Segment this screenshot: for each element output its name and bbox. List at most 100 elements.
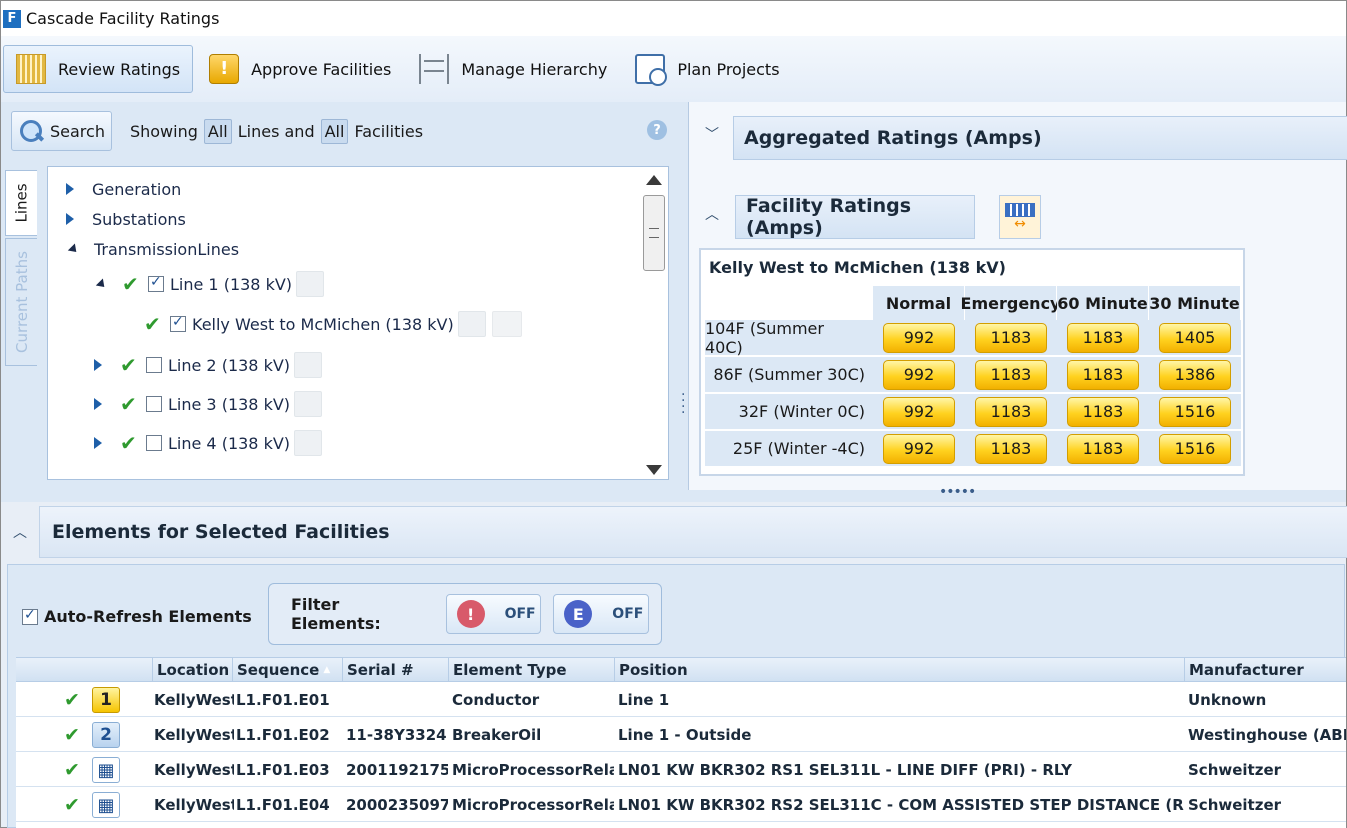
line-2-checkbox[interactable] [146,357,162,373]
review-ratings-button[interactable]: Review Ratings [3,45,194,93]
hierarchy-tree: Generation Substations TransmissionLines… [47,166,669,480]
rating-button[interactable]: 1183 [975,322,1047,353]
line-3-checkbox[interactable] [146,396,162,412]
collapse-chevron-icon[interactable]: ︿ [13,522,27,542]
relay-grid-icon[interactable]: ▦ [92,792,120,818]
expand-arrow-icon[interactable] [94,437,102,449]
vertical-splitter-grip[interactable]: · · · · [681,388,685,420]
tab-lines-label: Lines [12,183,31,223]
tree-node-label: Line 4 (138 kV) [168,433,291,453]
rating-button[interactable]: 1183 [975,396,1047,427]
auto-refresh-toggle[interactable]: Auto-Refresh Elements [22,607,252,626]
rating-button[interactable]: 992 [883,322,955,353]
column-header-manufacturer[interactable]: Manufacturer [1184,658,1346,682]
approved-check-icon: ✔ [64,759,80,781]
expand-arrow-icon[interactable] [94,359,102,371]
table-row[interactable]: ✔ ▦ KellyWest L1.F01.E03 2001192175 Micr… [16,753,1346,787]
row-label-winter-minus-4c: 25F (Winter -4C) [705,431,873,467]
splitter-grip-icon[interactable]: ••••• [939,484,976,500]
cell-manufacturer: Schweitzer [1188,761,1282,779]
tree-scrollbar[interactable] [640,167,668,479]
cell-sequence: L1.F01.E04 [236,796,330,814]
rating-button[interactable]: 1183 [975,433,1047,464]
approve-facilities-button[interactable]: Approve Facilities [197,45,403,93]
elements-panel: ︿ Elements for Selected Facilities Auto-… [0,502,1347,828]
rating-button[interactable]: 1183 [1067,433,1139,464]
rating-button[interactable]: 992 [883,433,955,464]
column-header-emergency: Emergency [961,286,1060,320]
tree-node-transmission-lines[interactable]: TransmissionLines [66,235,239,263]
table-row[interactable]: ✔ ▦ KellyWest L1.F01.E04 2000235097 Micr… [16,788,1346,822]
expand-chevron-icon[interactable]: ﹀ [705,124,719,144]
elements-header[interactable]: Elements for Selected Facilities [39,506,1347,558]
tab-lines[interactable]: Lines [5,170,37,236]
expand-arrow-icon[interactable] [94,398,102,410]
line-1-checkbox[interactable] [148,274,164,292]
approved-check-icon: ✔ [64,724,80,746]
collapse-chevron-icon[interactable]: ︿ [705,204,719,224]
facility-ratings-header[interactable]: Facility Ratings (Amps) [735,195,975,239]
ratings-grid-icon [16,54,46,84]
cell-location: KellyWest [154,726,234,744]
expand-arrow-icon[interactable] [66,213,74,225]
auto-refresh-checkbox[interactable] [22,607,38,625]
rating-button[interactable]: 1183 [975,359,1047,390]
elements-table: Location Sequence ▲ Serial # Element Type… [16,657,1346,828]
relay-grid-icon[interactable]: ▦ [92,757,120,783]
tree-node-line-1[interactable]: ✔ Line 1 (138 kV) [94,270,325,298]
search-bar: Search Showing All Lines and All Facilit… [11,110,423,152]
table-row[interactable]: ✔ 1 KellyWest L1.F01.E01 Conductor Line … [16,683,1346,717]
facilities-label: Facilities [354,121,424,141]
collapse-arrow-icon[interactable] [95,277,108,291]
tree-node-line-4[interactable]: ✔ Line 4 (138 kV) [94,429,323,457]
rating-button[interactable]: 1516 [1159,396,1231,427]
breaker-icon[interactable]: 2 [92,722,120,748]
search-button[interactable]: Search [11,111,112,151]
tree-node-substations[interactable]: Substations [66,205,186,233]
line-4-checkbox[interactable] [146,435,162,451]
expand-arrow-icon[interactable] [66,183,74,195]
column-header-element-type[interactable]: Element Type [448,658,614,682]
column-header-serial[interactable]: Serial # [342,658,448,682]
tree-node-generation[interactable]: Generation [66,175,181,203]
scroll-up-icon[interactable] [646,175,662,185]
tab-current-paths[interactable]: Current Paths [5,238,37,366]
help-icon[interactable]: ? [647,120,667,140]
scroll-down-icon[interactable] [646,465,662,475]
review-ratings-label: Review Ratings [58,59,181,79]
collapse-arrow-icon[interactable] [67,242,80,256]
facility-ratings-title: Facility Ratings (Amps) [746,195,912,239]
conductor-icon[interactable]: 1 [92,687,120,713]
cell-element-type: Conductor [452,691,540,709]
aggregated-ratings-header[interactable]: Aggregated Ratings (Amps) [733,116,1347,160]
facilities-filter-value[interactable]: All [320,118,349,144]
tree-node-label: Line 3 (138 kV) [168,394,291,414]
rating-button[interactable]: 992 [883,359,955,390]
facility-checkbox[interactable] [170,314,186,332]
tree-node-facility-kelly-west[interactable]: ✔ Kelly West to McMichen (138 kV) [144,310,522,338]
expand-columns-icon[interactable]: ↔ [999,195,1041,239]
plan-projects-button[interactable]: Plan Projects [623,45,791,93]
rating-button[interactable]: 992 [883,396,955,427]
filter-errors-toggle[interactable]: ! OFF [445,594,542,634]
column-header-location[interactable]: Location [152,658,232,682]
horizontal-splitter[interactable]: ••••• [0,484,1347,502]
rating-button[interactable]: 1183 [1067,359,1139,390]
column-header-sequence[interactable]: Sequence ▲ [232,658,342,682]
rating-button[interactable]: 1183 [1067,396,1139,427]
cell-element-type: MicroProcessorRelay [452,761,614,779]
rating-button[interactable]: 1386 [1159,359,1231,390]
rating-button[interactable]: 1405 [1159,322,1231,353]
scroll-thumb[interactable] [643,195,665,271]
filter-exceptions-toggle[interactable]: E OFF [553,594,649,634]
column-header-position[interactable]: Position [614,658,1184,682]
lines-filter-value[interactable]: All [203,118,232,144]
manage-hierarchy-button[interactable]: Manage Hierarchy [407,45,619,93]
rating-button[interactable]: 1516 [1159,433,1231,464]
lines-and-label: Lines and [237,121,315,141]
tree-node-line-2[interactable]: ✔ Line 2 (138 kV) [94,351,323,379]
rating-button[interactable]: 1183 [1067,322,1139,353]
filter-elements-label: Filter Elements: [291,595,381,633]
table-row[interactable]: ✔ 2 KellyWest L1.F01.E02 11-38Y3324 Brea… [16,718,1346,752]
tree-node-line-3[interactable]: ✔ Line 3 (138 kV) [94,390,323,418]
